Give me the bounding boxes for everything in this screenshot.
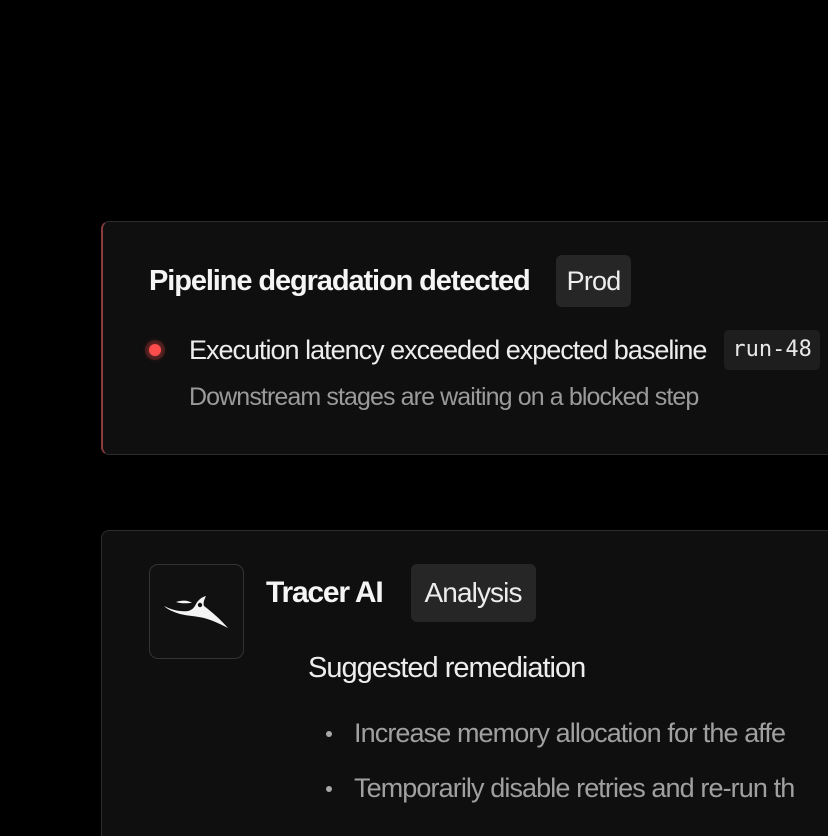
suggestion-text: Increase memory allocation for the affe — [354, 718, 786, 748]
bullet-icon — [326, 730, 332, 737]
status-dot-icon — [149, 344, 161, 356]
ai-analysis-card[interactable]: Tracer AI Analysis Suggested remediation… — [101, 530, 828, 836]
suggestion-text: Temporarily disable retries and re-run t… — [354, 773, 795, 803]
alert-header: Pipeline degradation detected Prod — [149, 255, 632, 307]
tracer-logo — [149, 564, 244, 659]
alert-card[interactable]: Pipeline degradation detected Prod Execu… — [101, 221, 828, 455]
ai-header: Tracer AI Analysis — [266, 564, 536, 622]
bullet-icon — [326, 785, 332, 792]
remediation-heading: Suggested remediation — [308, 652, 586, 684]
page: Pipeline degradation detected Prod Execu… — [0, 0, 828, 836]
tracer-bird-logo-icon — [163, 595, 228, 628]
alert-message-row: Execution latency exceeded expected base… — [149, 330, 820, 370]
analysis-tag: Analysis — [410, 564, 536, 622]
ai-agent-name: Tracer AI — [266, 576, 384, 609]
run-id-chip[interactable]: run-48 — [724, 330, 820, 370]
alert-message: Execution latency exceeded expected base… — [189, 334, 707, 365]
list-item: Increase memory allocation for the affe — [326, 706, 794, 761]
alert-detail: Downstream stages are waiting on a block… — [189, 383, 699, 411]
list-item: Temporarily disable retries and re-run t… — [326, 761, 795, 816]
remediation-list: Increase memory allocation for the affe … — [326, 706, 795, 816]
alert-title: Pipeline degradation detected — [149, 264, 531, 297]
environment-tag: Prod — [555, 255, 632, 307]
